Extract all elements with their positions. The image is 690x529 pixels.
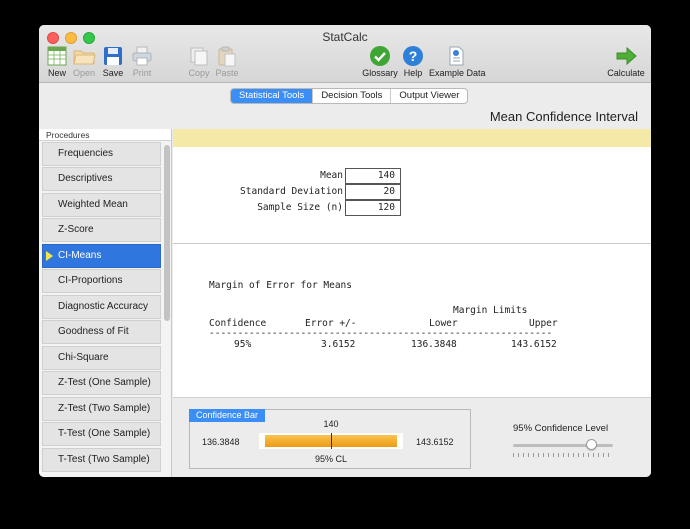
floppy-disk-icon	[104, 47, 122, 65]
main-panel: Mean 140 Standard Deviation 20 Sample Si…	[173, 129, 651, 477]
calculate-button[interactable]: Calculate	[607, 45, 645, 78]
margin-limits-header: Margin Limits	[453, 305, 528, 316]
calculate-label: Calculate	[607, 68, 645, 78]
paste-button[interactable]: Paste	[214, 45, 240, 78]
slider-tick-marks	[513, 453, 613, 457]
sidebar-item-z-test-two-sample[interactable]: Z-Test (Two Sample)	[42, 397, 161, 421]
tab-decision-tools[interactable]: Decision Tools	[313, 89, 392, 103]
confidence-level-slider-knob[interactable]	[586, 439, 597, 450]
confidence-bar-mean-label: 140	[323, 419, 339, 429]
glossary-label: Glossary	[362, 68, 398, 78]
result-confidence: 95%	[234, 339, 252, 350]
checkmark-icon	[370, 46, 390, 66]
save-button[interactable]: Save	[101, 45, 125, 78]
sidebar-item-ci-means[interactable]: CI-Means	[42, 244, 161, 268]
sidebar-item-chi-square[interactable]: Chi-Square	[42, 346, 161, 370]
open-label: Open	[72, 68, 96, 78]
standard-deviation-field[interactable]: 20	[345, 184, 401, 200]
statcalc-window: StatCalc New Open Save Print Copy Paste …	[39, 25, 651, 477]
tab-bar: Statistical Tools Decision Tools Output …	[39, 83, 651, 129]
header-band	[173, 129, 651, 147]
page-title: Mean Confidence Interval	[489, 109, 638, 124]
printer-icon	[132, 46, 152, 66]
open-button[interactable]: Open	[71, 45, 97, 78]
new-document-icon	[47, 46, 67, 66]
section-divider	[173, 243, 651, 244]
results-rule: ----------------------------------------…	[209, 328, 553, 339]
sidebar-item-weighted-mean[interactable]: Weighted Mean	[42, 193, 161, 217]
selection-triangle-icon	[46, 251, 53, 261]
confidence-bar-cl-label: 95% CL	[314, 454, 348, 464]
example-data-button[interactable]: Example Data	[429, 45, 486, 78]
svg-text:?: ?	[409, 48, 418, 64]
new-label: New	[47, 68, 66, 78]
sample-size-label: Sample Size (n)	[257, 202, 343, 213]
confidence-bar-upper-label: 143.6152	[416, 437, 454, 447]
sidebar-item-z-score[interactable]: Z-Score	[42, 218, 161, 242]
arrow-right-icon	[616, 46, 637, 66]
tab-statistical-tools[interactable]: Statistical Tools	[231, 89, 314, 103]
results-title: Margin of Error for Means	[209, 280, 352, 291]
confidence-bar-lower-label: 136.3848	[202, 437, 240, 447]
sidebar-item-t-test-two-sample[interactable]: T-Test (Two Sample)	[42, 448, 161, 472]
confidence-controls: Confidence Bar 140 136.3848 143.6152 95%…	[173, 397, 651, 477]
confidence-bar-track	[259, 433, 403, 449]
copy-icon	[190, 47, 208, 66]
window-title: StatCalc	[322, 30, 368, 44]
calculation-panel: Mean 140 Standard Deviation 20 Sample Si…	[173, 147, 651, 397]
help-label: Help	[403, 68, 423, 78]
help-icon: ?	[403, 46, 423, 66]
sidebar-item-t-test-one-sample[interactable]: T-Test (One Sample)	[42, 422, 161, 446]
confidence-level-slider[interactable]	[513, 444, 613, 447]
tab-output-viewer[interactable]: Output Viewer	[391, 89, 467, 103]
sidebar-item-diagnostic-accuracy[interactable]: Diagnostic Accuracy	[42, 295, 161, 319]
print-button[interactable]: Print	[130, 45, 154, 78]
procedures-sidebar: Procedures Frequencies Descriptives Weig…	[39, 129, 172, 477]
sidebar-item-descriptives[interactable]: Descriptives	[42, 167, 161, 191]
document-icon	[449, 46, 464, 66]
standard-deviation-label: Standard Deviation	[240, 186, 343, 197]
new-button[interactable]: New	[45, 45, 69, 78]
confidence-bar-mean-marker	[331, 433, 332, 449]
clipboard-icon	[218, 46, 236, 67]
sidebar-item-frequencies[interactable]: Frequencies	[42, 142, 161, 166]
mean-field[interactable]: 140	[345, 168, 401, 184]
copy-label: Copy	[188, 68, 210, 78]
paste-label: Paste	[215, 68, 239, 78]
sidebar-item-ci-proportions[interactable]: CI-Proportions	[42, 269, 161, 293]
toolbar: StatCalc New Open Save Print Copy Paste …	[39, 25, 651, 83]
confidence-bar-panel: Confidence Bar 140 136.3848 143.6152 95%…	[189, 409, 471, 469]
sidebar-scrollbar[interactable]	[164, 145, 170, 321]
help-button[interactable]: ? Help	[401, 45, 425, 78]
print-label: Print	[132, 68, 152, 78]
result-upper: 143.6152	[511, 339, 557, 350]
copy-button[interactable]: Copy	[187, 45, 211, 78]
sidebar-item-label: CI-Means	[58, 250, 102, 261]
glossary-button[interactable]: Glossary	[361, 45, 399, 78]
confidence-level-label: 95% Confidence Level	[513, 423, 609, 434]
sidebar-item-z-test-one-sample[interactable]: Z-Test (One Sample)	[42, 371, 161, 395]
save-label: Save	[102, 68, 124, 78]
result-error: 3.6152	[321, 339, 356, 350]
sidebar-item-goodness-of-fit[interactable]: Goodness of Fit	[42, 320, 161, 344]
procedures-header: Procedures	[39, 129, 171, 141]
mean-label: Mean	[320, 170, 343, 181]
sample-size-field[interactable]: 120	[345, 200, 401, 216]
example-data-label: Example Data	[429, 68, 486, 78]
result-lower: 136.3848	[411, 339, 457, 350]
segmented-control: Statistical Tools Decision Tools Output …	[230, 88, 469, 104]
folder-icon	[73, 50, 96, 65]
